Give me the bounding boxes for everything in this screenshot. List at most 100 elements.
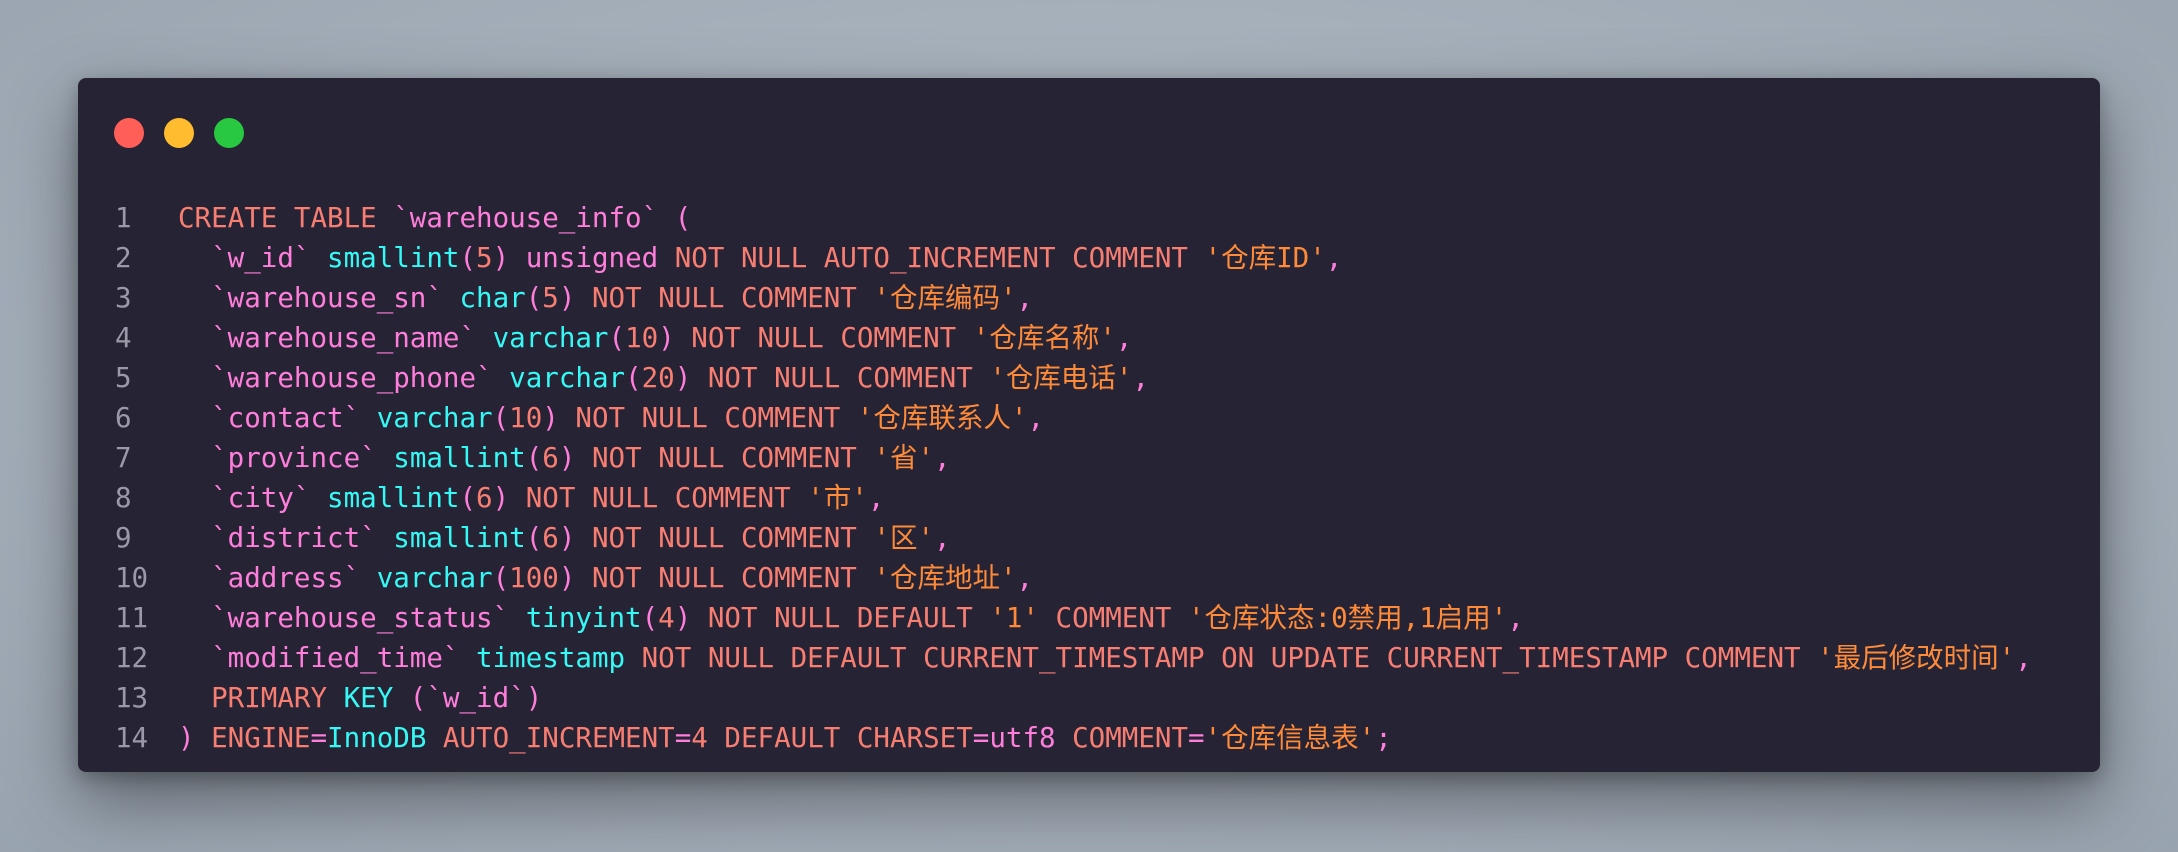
- code-text: `warehouse_sn` char(5) NOT NULL COMMENT …: [178, 278, 1033, 318]
- code-token: 20: [641, 362, 675, 394]
- code-token: NOT NULL COMMENT: [575, 562, 874, 594]
- code-token: ,: [1507, 602, 1524, 634]
- code-token: `warehouse_phone`: [211, 362, 493, 394]
- code-token: smallint: [393, 442, 526, 474]
- minimize-button[interactable]: [164, 118, 194, 148]
- code-token: (: [393, 682, 427, 714]
- code-token: 6: [476, 482, 493, 514]
- code-text: `w_id` smallint(5) unsigned NOT NULL AUT…: [178, 238, 1342, 278]
- code-token: `warehouse_info`: [393, 202, 659, 234]
- line-number: 5: [115, 362, 132, 394]
- code-token: 6: [542, 442, 559, 474]
- code-token: '最后修改时间': [1817, 642, 2016, 674]
- line-number: 11: [115, 602, 149, 634]
- code-token: COMMENT: [1055, 722, 1189, 754]
- code-token: timestamp: [476, 642, 626, 674]
- code-block[interactable]: 1 CREATE TABLE `warehouse_info` (2 `w_id`…: [78, 198, 2100, 758]
- code-token: ENGINE: [194, 722, 311, 754]
- code-token: NOT NULL COMMENT: [674, 322, 973, 354]
- code-token: varchar: [509, 362, 626, 394]
- code-token: '仓库电话': [989, 362, 1133, 394]
- code-text: `contact` varchar(10) NOT NULL COMMENT '…: [178, 398, 1044, 438]
- code-text: `city` smallint(6) NOT NULL COMMENT '市',: [178, 478, 884, 518]
- code-line: 14) ENGINE=InnoDB AUTO_INCREMENT=4 DEFAU…: [78, 718, 2100, 758]
- code-text: `warehouse_name` varchar(10) NOT NULL CO…: [178, 318, 1132, 358]
- window-controls: [114, 118, 244, 148]
- code-token: '区': [873, 522, 935, 554]
- code-token: NOT NULL COMMENT: [509, 482, 808, 514]
- code-token: '仓库状态:0禁用,1启用': [1188, 602, 1508, 634]
- code-token: ,: [1016, 562, 1034, 594]
- code-text: ) ENGINE=InnoDB AUTO_INCREMENT=4 DEFAULT…: [178, 718, 1392, 758]
- code-token: (: [459, 242, 477, 274]
- code-token: 5: [542, 282, 559, 314]
- code-token: `address`: [211, 562, 361, 594]
- line-number: 9: [115, 522, 132, 554]
- code-line: 11 `warehouse_status` tinyint(4) NOT NUL…: [78, 598, 2100, 638]
- code-line: 12 `modified_time` timestamp NOT NULL DE…: [78, 638, 2100, 678]
- code-token: '仓库编码': [873, 282, 1017, 314]
- code-token: tinyint: [525, 602, 642, 634]
- code-token: (: [459, 482, 477, 514]
- line-number: 8: [115, 482, 132, 514]
- code-token: (: [525, 442, 543, 474]
- code-token: ,: [934, 522, 951, 554]
- line-number: 3: [115, 282, 132, 314]
- code-line: 2 `w_id` smallint(5) unsigned NOT NULL A…: [78, 238, 2100, 278]
- code-token: ): [492, 242, 526, 274]
- code-token: 10: [625, 322, 659, 354]
- code-token: char: [459, 282, 526, 314]
- code-token: AUTO_INCREMENT: [426, 722, 675, 754]
- code-token: smallint: [327, 242, 460, 274]
- code-token: NOT NULL COMMENT: [691, 362, 990, 394]
- code-line: 8 `city` smallint(6) NOT NULL COMMENT '市…: [78, 478, 2100, 518]
- code-token: =: [310, 722, 328, 754]
- maximize-button[interactable]: [214, 118, 244, 148]
- line-number: 10: [115, 562, 149, 594]
- code-token: `contact`: [211, 402, 361, 434]
- line-number: 2: [115, 242, 132, 274]
- code-token: 5: [476, 242, 493, 274]
- code-token: COMMENT: [1038, 602, 1188, 634]
- code-token: ,: [1027, 402, 1045, 434]
- code-token: NOT NULL DEFAULT: [691, 602, 990, 634]
- code-token: varchar: [376, 562, 493, 594]
- line-number: 4: [115, 322, 132, 354]
- code-text: PRIMARY KEY (`w_id`): [178, 678, 542, 718]
- code-token: (: [608, 322, 626, 354]
- code-line: 7 `province` smallint(6) NOT NULL COMMEN…: [78, 438, 2100, 478]
- code-line: 3 `warehouse_sn` char(5) NOT NULL COMMEN…: [78, 278, 2100, 318]
- close-button[interactable]: [114, 118, 144, 148]
- code-line: 9 `district` smallint(6) NOT NULL COMMEN…: [78, 518, 2100, 558]
- code-token: ): [558, 442, 576, 474]
- code-line: 6 `contact` varchar(10) NOT NULL COMMENT…: [78, 398, 2100, 438]
- code-token: (: [625, 362, 642, 394]
- code-token: NOT NULL COMMENT: [558, 402, 857, 434]
- code-token: ): [492, 482, 510, 514]
- code-token: ): [178, 722, 195, 754]
- code-token: =: [972, 722, 990, 754]
- code-token: '仓库信息表': [1204, 722, 1376, 754]
- code-token: NOT NULL AUTO_INCREMENT COMMENT: [658, 242, 1205, 274]
- code-token: ,: [1016, 282, 1034, 314]
- code-token: 10: [509, 402, 543, 434]
- line-number: 13: [115, 682, 149, 714]
- code-token: varchar: [376, 402, 493, 434]
- line-number: 7: [115, 442, 132, 474]
- code-token: smallint: [393, 522, 526, 554]
- code-token: ,: [1132, 362, 1150, 394]
- code-token: KEY: [343, 682, 394, 714]
